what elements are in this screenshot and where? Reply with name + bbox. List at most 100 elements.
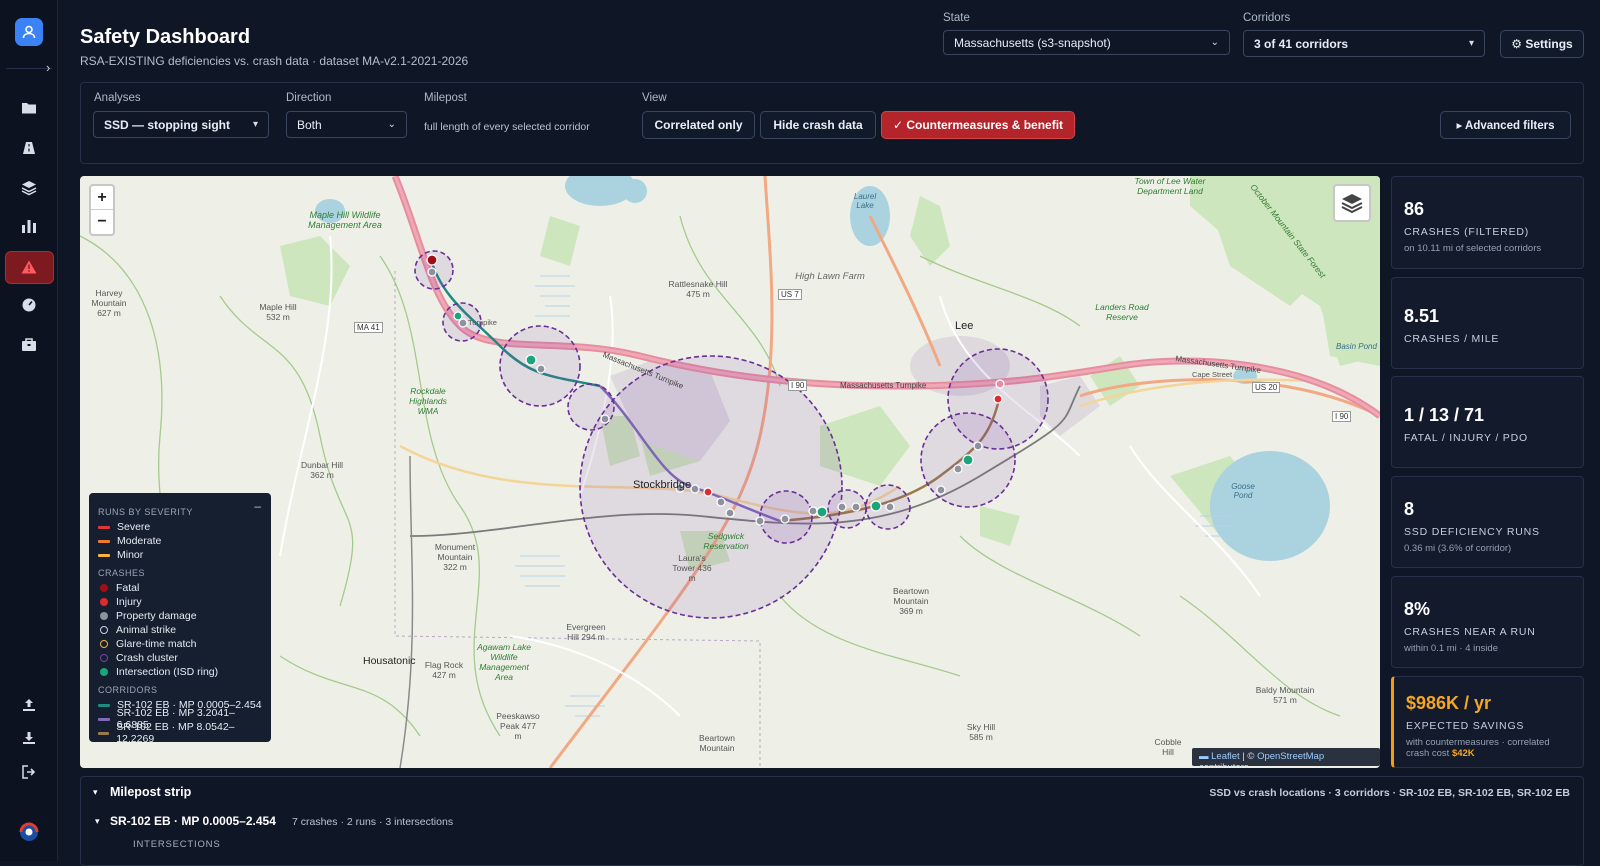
gauge-icon[interactable] — [17, 293, 41, 317]
corridor-section-meta: 7 crashes · 2 runs · 3 intersections — [292, 816, 454, 828]
map-label-rattlesnake: Rattlesnake Hill 475 m — [668, 279, 728, 299]
layer-switcher-button[interactable] — [1333, 184, 1371, 222]
zoom-control: + − — [89, 184, 115, 236]
zoom-out-button[interactable]: − — [91, 210, 113, 234]
legend-crashes-header: CRASHES — [98, 568, 146, 578]
fatal-swatch — [100, 584, 108, 592]
stat-sub-amount: $42K — [1451, 748, 1475, 759]
map-label-maple-hill-wma: Maple Hill Wildlife Management Area — [308, 210, 382, 230]
view-label: View — [642, 92, 667, 104]
zoom-in-button[interactable]: + — [91, 186, 113, 210]
milepost-strip-summary: SSD vs crash locations · 3 corridors · S… — [1209, 787, 1570, 799]
countermeasures-benefit-button[interactable]: ✓ Countermeasures & benefit — [881, 111, 1075, 139]
road-icon[interactable] — [17, 136, 41, 160]
intersection-swatch — [100, 668, 108, 676]
map-label-i90-1: I 90 — [788, 380, 808, 391]
corridors-select[interactable]: 3 of 41 corridors ▾ — [1243, 30, 1485, 57]
stat-card-ssd-runs: 8 SSD DEFICIENCY RUNS 0.36 mi (3.6% of c… — [1391, 476, 1584, 568]
correlated-only-button[interactable]: Correlated only — [642, 111, 755, 139]
stat-card-crashes-near-run: 8% CRASHES NEAR A RUN within 0.1 mi · 4 … — [1391, 576, 1584, 668]
upload-icon[interactable] — [17, 693, 41, 717]
map-label-agawam: Agawam Lake Wildlife Management Area — [477, 642, 531, 682]
direction-select[interactable]: Both ⌄ — [286, 111, 407, 138]
animal-strike-swatch — [100, 626, 108, 634]
stat-card-crashes-filtered: 86 CRASHES (FILTERED) on 10.11 mi of sel… — [1391, 176, 1584, 269]
map-label-sedgwick: Sedgwick Reservation — [703, 531, 749, 551]
stat-value: 1 / 13 / 71 — [1404, 405, 1485, 425]
legend-collapse-button[interactable]: – — [254, 499, 261, 513]
map-label-monument: Monument Mountain 322 m — [434, 542, 476, 572]
analyses-select-value: SSD — stopping sight — [104, 117, 230, 132]
toolbox-icon[interactable] — [17, 333, 41, 357]
folder-icon[interactable] — [17, 96, 41, 120]
corridor-3-swatch — [98, 731, 110, 735]
map-attribution: ▬ Leaflet | © OpenStreetMap contributors — [1192, 748, 1380, 768]
map-label-landers: Landers Road Reserve — [1095, 302, 1149, 322]
download-icon[interactable] — [17, 726, 41, 750]
stat-value: 8 — [1404, 499, 1415, 519]
state-select-value: Massachusetts (s3-snapshot) — [954, 35, 1111, 50]
legend-item: Severe — [98, 520, 262, 534]
analyses-label: Analyses — [94, 92, 141, 104]
legend-label: Injury — [116, 596, 142, 608]
user-avatar[interactable] — [15, 18, 43, 46]
page-title: Safety Dashboard — [80, 26, 251, 48]
map-label-baldy: Baldy Mountain 571 m — [1255, 685, 1315, 705]
legend-item: Crash cluster — [98, 651, 262, 665]
legend-item: Intersection (ISD ring) — [98, 665, 262, 679]
strip-toggle-icon[interactable]: ▾ — [93, 787, 98, 798]
logout-icon[interactable] — [17, 760, 41, 784]
map-label-rockdale: Rockdale Highlands WMA — [409, 386, 447, 416]
leaflet-link[interactable]: ▬ Leaflet — [1199, 751, 1240, 762]
legend-corridors-header: CORRIDORS — [98, 685, 158, 695]
legend-label: Severe — [117, 521, 151, 533]
attribution-contributors: contributors — [1199, 762, 1249, 768]
stat-sub: with countermeasures · correlated crash … — [1406, 737, 1571, 759]
legend-item: Minor — [98, 548, 262, 562]
legend-item: SR-102 EB · MP 8.0542–12.2269 — [98, 721, 262, 745]
layers-icon[interactable] — [17, 176, 41, 200]
map-label-i90-2: I 90 — [1332, 411, 1352, 422]
stat-label: CRASHES (FILTERED) — [1404, 226, 1530, 238]
map-label-evergreen: Evergreen Hill 294 m — [566, 622, 606, 642]
corridor-section-title[interactable]: SR-102 EB · MP 0.0005–2.454 — [110, 814, 276, 828]
map-label-high-lawn: High Lawn Farm — [795, 271, 865, 282]
analyses-select[interactable]: SSD — stopping sight ▾ — [93, 111, 269, 138]
legend-label: Minor — [117, 549, 144, 561]
warning-icon[interactable] — [17, 255, 41, 279]
stat-label: CRASHES / MILE — [1404, 333, 1500, 345]
hide-crash-data-button[interactable]: Hide crash data — [760, 111, 876, 139]
state-select[interactable]: Massachusetts (s3-snapshot) ⌄ — [943, 30, 1230, 55]
map-view[interactable]: Stockbridge Lee Housatonic Massachusetts… — [80, 176, 1380, 768]
map-legend: – RUNS BY SEVERITY Severe Moderate Minor… — [89, 493, 271, 745]
map-label-basin-pond: Basin Pond — [1336, 342, 1377, 351]
chevron-down-icon: ⌄ — [1210, 37, 1219, 48]
map-label-flag-rock: Flag Rock 427 m — [424, 660, 464, 680]
legend-item: Glare-time match — [98, 637, 262, 651]
map-label-housatonic: Housatonic — [363, 655, 416, 667]
stat-sub: within 0.1 mi · 4 inside — [1404, 643, 1498, 654]
corridor-2-swatch — [98, 717, 110, 721]
page-subtitle: RSA-EXISTING deficiencies vs. crash data… — [80, 54, 469, 68]
map-label-lee: Lee — [955, 320, 974, 332]
stat-sub-text: with countermeasures · correlated crash … — [1406, 737, 1550, 759]
map-label-us20: US 20 — [1252, 382, 1281, 393]
property-damage-swatch — [100, 612, 108, 620]
stat-value: 8.51 — [1404, 306, 1440, 326]
expand-sidebar-chevron-icon[interactable]: › — [46, 60, 50, 75]
bar-chart-icon[interactable] — [17, 214, 41, 238]
map-label-maple-hill: Maple Hill 532 m — [259, 302, 297, 322]
milepost-strip-title[interactable]: Milepost strip — [110, 785, 191, 799]
corridor-toggle-icon[interactable]: ▾ — [95, 816, 100, 827]
osm-link[interactable]: OpenStreetMap — [1257, 751, 1324, 762]
chevron-down-icon: ⌄ — [387, 119, 396, 130]
caret-down-icon: ▾ — [252, 119, 258, 130]
direction-select-value: Both — [297, 117, 322, 132]
legend-label: Glare-time match — [116, 638, 197, 650]
settings-button[interactable]: ⚙ Settings — [1500, 30, 1584, 58]
map-label-cobble: Cobble Hill — [1154, 737, 1182, 757]
stat-value: 8% — [1404, 599, 1431, 619]
advanced-filters-button[interactable]: ▸ Advanced filters — [1440, 111, 1571, 139]
map-label-harvey: Harvey Mountain 627 m — [91, 288, 127, 318]
glare-time-swatch — [100, 640, 108, 648]
